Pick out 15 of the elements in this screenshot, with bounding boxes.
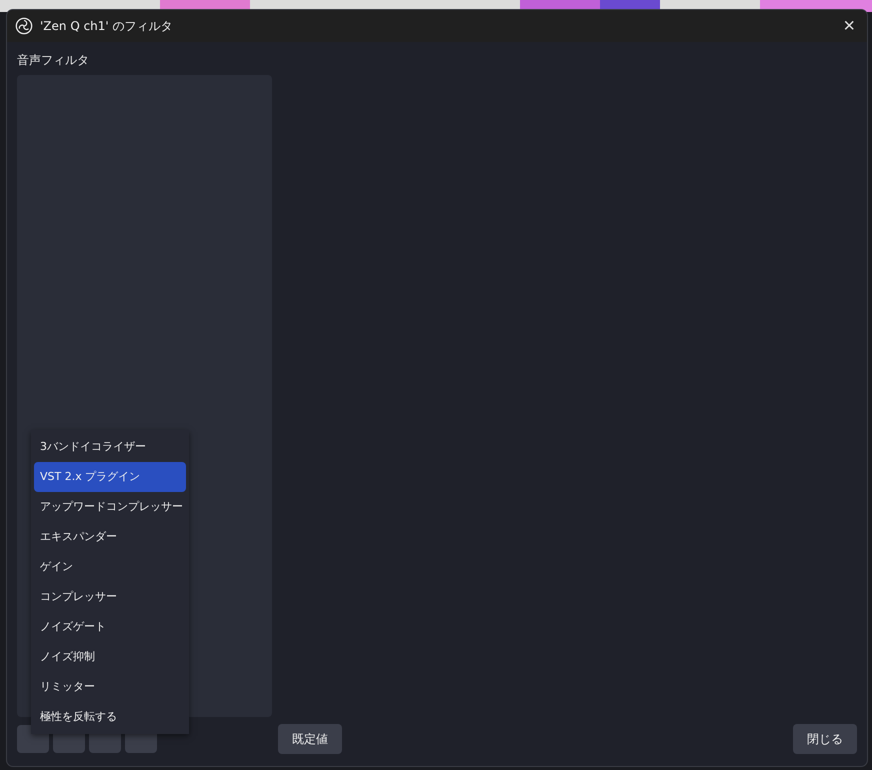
defaults-button[interactable]: 既定値 (278, 724, 342, 754)
menu-item[interactable]: 3バンドイコライザー (34, 432, 186, 462)
menu-item[interactable]: ゲイン (34, 552, 186, 582)
menu-item[interactable]: リミッター (34, 672, 186, 702)
menu-item[interactable]: アップワードコンプレッサー (34, 492, 186, 522)
menu-item[interactable]: VST 2.x プラグイン (34, 462, 186, 492)
menu-item[interactable]: エキスパンダー (34, 522, 186, 552)
close-button[interactable]: × (839, 14, 859, 38)
close-dialog-button[interactable]: 閉じる (793, 724, 857, 754)
menu-item[interactable]: ノイズゲート (34, 612, 186, 642)
section-label: 音声フィルタ (17, 52, 90, 69)
window-title: 'Zen Q ch1' のフィルタ (40, 18, 174, 34)
menu-item[interactable]: コンプレッサー (34, 582, 186, 612)
menu-item[interactable]: 極性を反転する (34, 702, 186, 732)
menu-item[interactable]: ノイズ抑制 (34, 642, 186, 672)
